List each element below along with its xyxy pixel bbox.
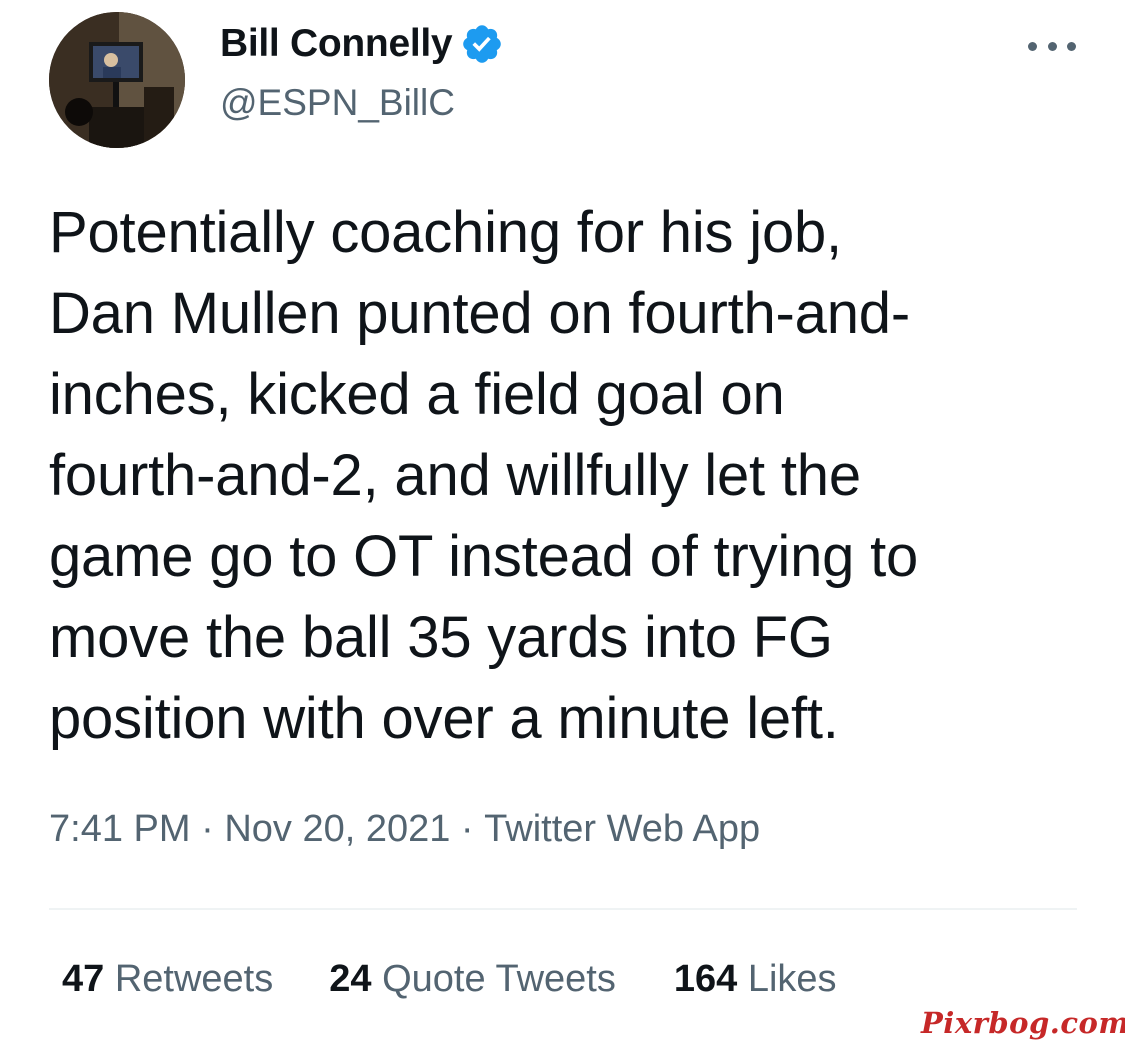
tweet-text: Potentially coaching for his job, Dan Mu… — [49, 192, 1089, 759]
likes-label: Likes — [737, 958, 837, 1000]
more-dot — [1067, 41, 1076, 51]
tweet-text-line: fourth-and-2, and willfully let the — [49, 443, 861, 508]
quote-tweets-count: 24 — [329, 958, 372, 1000]
retweets-label: Retweets — [104, 958, 274, 1000]
more-dot — [1028, 41, 1037, 51]
more-options-icon[interactable] — [1028, 30, 1076, 62]
author-display-name[interactable]: Bill Connelly — [220, 22, 453, 66]
tweet-date-link[interactable]: Nov 20, 2021 — [224, 808, 450, 851]
watermark: Pixrbog.com — [921, 1006, 1125, 1040]
likes-stat[interactable]: 164 Likes — [674, 958, 837, 1001]
tweet-text-line: move the ball 35 yards into FG — [49, 605, 833, 670]
tweet-text-line: Dan Mullen punted on fourth-and- — [49, 281, 910, 346]
tweet-text-line: position with over a minute left. — [49, 686, 839, 751]
author-name-row: Bill Connelly — [220, 22, 504, 66]
divider — [49, 908, 1077, 910]
tweet-stats: 47 Retweets 24 Quote Tweets 164 Likes — [62, 958, 837, 1001]
likes-count: 164 — [673, 958, 738, 1000]
tweet-source-link[interactable]: Twitter Web App — [484, 808, 760, 851]
meta-separator: · — [450, 808, 485, 850]
avatar-photo — [49, 12, 185, 148]
verified-badge-icon — [460, 22, 504, 66]
tweet-card: Bill Connelly @ESPN_BillC Potentially co… — [0, 0, 1125, 1060]
meta-separator: · — [190, 808, 225, 850]
quote-tweets-stat[interactable]: 24 Quote Tweets — [329, 958, 616, 1001]
quote-tweets-label: Quote Tweets — [371, 958, 616, 1000]
tweet-text-line: game go to OT instead of trying to — [49, 524, 919, 589]
author-handle[interactable]: @ESPN_BillC — [220, 82, 455, 124]
retweets-count: 47 — [62, 958, 105, 1000]
author-avatar[interactable] — [49, 12, 185, 148]
tweet-text-line: Potentially coaching for his job, — [49, 200, 842, 265]
tweet-text-line: inches, kicked a field goal on — [49, 362, 785, 427]
more-dot — [1047, 41, 1057, 51]
tweet-meta: 7:41 PM · Nov 20, 2021 · Twitter Web App — [49, 808, 760, 851]
tweet-time-link[interactable]: 7:41 PM — [49, 808, 191, 851]
retweets-stat[interactable]: 47 Retweets — [62, 958, 273, 1001]
